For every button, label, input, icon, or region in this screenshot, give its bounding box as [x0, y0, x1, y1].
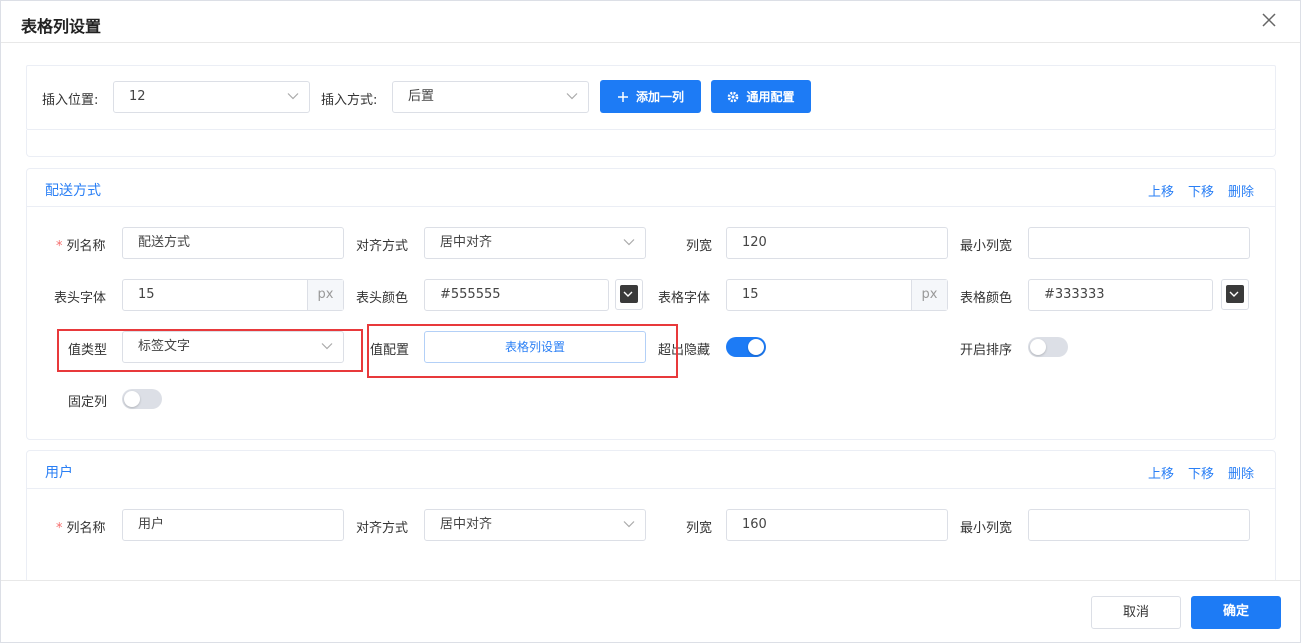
chevron-down-icon — [321, 343, 333, 350]
general-config-button[interactable]: 通用配置 — [711, 80, 811, 113]
fixed-column-toggle[interactable] — [122, 389, 162, 409]
width-label: 列宽 — [686, 521, 713, 536]
column-card: 用户 上移 下移 删除 * 列名称 用户 对齐方式 居中对齐 列宽 160 最小列… — [26, 450, 1276, 580]
delete-link[interactable]: 删除 — [1228, 463, 1254, 482]
px-suffix: px — [911, 280, 947, 310]
enable-sort-toggle[interactable] — [1028, 337, 1068, 357]
move-down-link[interactable]: 下移 — [1188, 463, 1214, 482]
general-config-label: 通用配置 — [746, 90, 795, 104]
value-type-label: 值类型 — [68, 343, 108, 358]
card-bottom-strip — [26, 130, 1276, 157]
insert-mode-value: 后置 — [408, 89, 435, 104]
width-input[interactable]: 120 — [726, 227, 948, 259]
cell-color-input[interactable]: #333333 — [1028, 279, 1213, 311]
cancel-button[interactable]: 取消 — [1091, 596, 1181, 629]
move-up-link[interactable]: 上移 — [1148, 463, 1174, 482]
insert-toolbar: 插入位置: 12 插入方式: 后置 添加一列 通用配置 — [26, 65, 1276, 130]
column-card: 配送方式 上移 下移 删除 * 列名称 配送方式 对齐方式 居中对齐 列宽 120… — [26, 168, 1276, 440]
cell-font-input[interactable]: 15 px — [726, 279, 948, 311]
header-font-value: 15 — [138, 287, 155, 302]
column-card-header: 配送方式 上移 下移 删除 — [27, 169, 1275, 207]
align-select[interactable]: 居中对齐 — [424, 227, 646, 259]
value-config-label: 值配置 — [370, 343, 410, 358]
align-value: 居中对齐 — [440, 517, 493, 532]
move-down-link[interactable]: 下移 — [1188, 181, 1214, 200]
align-value: 居中对齐 — [440, 235, 493, 250]
align-label: 对齐方式 — [356, 239, 409, 254]
column-card-title: 配送方式 — [45, 183, 101, 199]
column-name-input[interactable]: 用户 — [122, 509, 344, 541]
insert-mode-label: 插入方式: — [321, 93, 378, 108]
dialog-title: 表格列设置 — [21, 17, 102, 36]
move-up-link[interactable]: 上移 — [1148, 181, 1174, 200]
insert-position-label: 插入位置: — [42, 93, 99, 108]
chevron-down-icon — [623, 239, 635, 246]
insert-mode-select[interactable]: 后置 — [392, 81, 589, 113]
confirm-button[interactable]: 确定 — [1191, 596, 1281, 629]
width-label: 列宽 — [686, 239, 713, 254]
add-column-button[interactable]: 添加一列 — [600, 80, 701, 113]
align-label: 对齐方式 — [356, 521, 409, 536]
add-column-label: 添加一列 — [635, 90, 684, 104]
value-type-value: 标签文字 — [138, 339, 191, 354]
column-name-input[interactable]: 配送方式 — [122, 227, 344, 259]
enable-sort-label: 开启排序 — [960, 343, 1013, 358]
gear-icon — [728, 91, 739, 102]
dialog-body: 插入位置: 12 插入方式: 后置 添加一列 通用配置 配送方式 上移 下移 删… — [1, 44, 1300, 580]
overflow-hidden-toggle[interactable] — [726, 337, 766, 357]
column-card-title: 用户 — [45, 465, 73, 481]
table-column-settings-dialog: 表格列设置 插入位置: 12 插入方式: 后置 添加一列 通用配置 配送方式 上… — [0, 0, 1301, 643]
toggle-knob — [748, 339, 764, 355]
column-name-label: * 列名称 — [56, 521, 106, 536]
column-name-label: * 列名称 — [56, 239, 106, 254]
cell-font-value: 15 — [742, 287, 759, 302]
header-color-picker[interactable] — [615, 279, 643, 310]
header-font-label: 表头字体 — [54, 291, 107, 306]
delete-link[interactable]: 删除 — [1228, 181, 1254, 200]
width-input[interactable]: 160 — [726, 509, 948, 541]
min-width-input[interactable] — [1028, 227, 1250, 259]
insert-position-select[interactable]: 12 — [113, 81, 310, 113]
header-color-input[interactable]: #555555 — [424, 279, 609, 311]
cell-font-label: 表格字体 — [658, 291, 711, 306]
chevron-down-icon — [623, 291, 633, 297]
close-icon[interactable] — [1260, 11, 1278, 29]
overflow-hidden-label: 超出隐藏 — [658, 343, 711, 358]
chevron-down-icon — [287, 93, 299, 100]
toggle-knob — [1030, 339, 1046, 355]
value-config-button[interactable]: 表格列设置 — [424, 331, 646, 363]
min-width-label: 最小列宽 — [960, 521, 1013, 536]
header-font-input[interactable]: 15 px — [122, 279, 344, 311]
chevron-down-icon — [623, 521, 635, 528]
value-type-select[interactable]: 标签文字 — [122, 331, 344, 363]
fixed-column-label: 固定列 — [68, 395, 108, 410]
align-select[interactable]: 居中对齐 — [424, 509, 646, 541]
min-width-input[interactable] — [1028, 509, 1250, 541]
cell-color-picker[interactable] — [1221, 279, 1249, 310]
px-suffix: px — [307, 280, 343, 310]
cell-color-label: 表格颜色 — [960, 291, 1013, 306]
dialog-footer: 取消 确定 — [1, 580, 1300, 644]
toggle-knob — [124, 391, 140, 407]
insert-position-value: 12 — [129, 89, 146, 104]
chevron-down-icon — [566, 93, 578, 100]
min-width-label: 最小列宽 — [960, 239, 1013, 254]
column-card-header: 用户 上移 下移 删除 — [27, 451, 1275, 489]
dialog-header: 表格列设置 — [1, 1, 1300, 43]
chevron-down-icon — [1229, 291, 1239, 297]
header-color-label: 表头颜色 — [356, 291, 409, 306]
plus-icon — [617, 91, 628, 102]
